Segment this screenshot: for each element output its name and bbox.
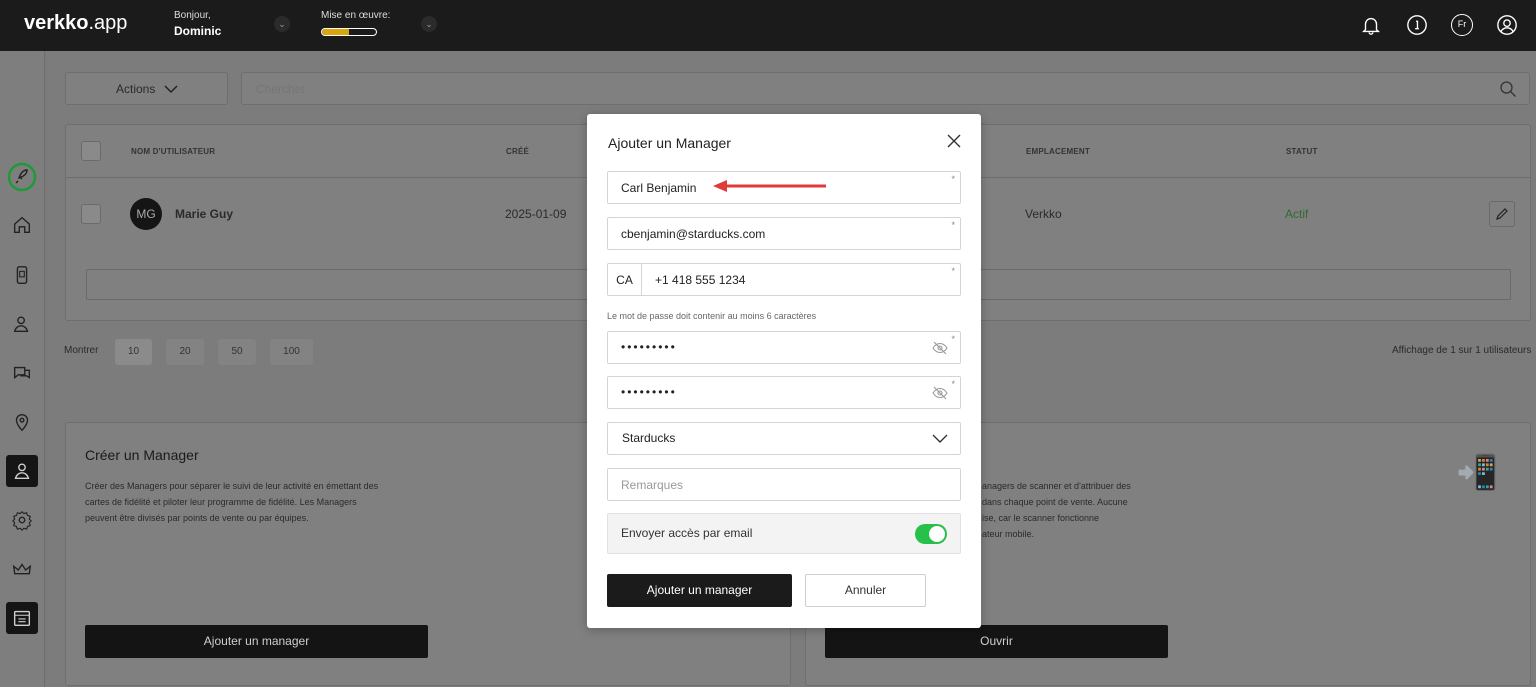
- card-text-line: Créer des Managers pour séparer le suivi…: [85, 481, 379, 491]
- user-name: Dominic: [174, 24, 222, 38]
- page-size-100[interactable]: 100: [270, 339, 313, 365]
- search-icon[interactable]: [1499, 80, 1517, 98]
- edit-button[interactable]: [1489, 201, 1515, 227]
- page-size-10[interactable]: 10: [115, 339, 152, 365]
- results-summary: Affichage de 1 sur 1 utilisateurs: [1392, 345, 1532, 356]
- page-size-50[interactable]: 50: [218, 339, 256, 365]
- launch-progress-bar: [321, 28, 377, 36]
- search-input[interactable]: [256, 73, 1156, 104]
- row-checkbox[interactable]: [81, 204, 101, 224]
- messages-icon[interactable]: [11, 362, 33, 384]
- confirm-password-input[interactable]: •••••••••: [621, 377, 677, 408]
- toggle-knob: [929, 526, 945, 542]
- remarks-field[interactable]: [607, 468, 961, 501]
- card-text-line: peuvent être divisés par points de vente…: [85, 513, 309, 523]
- send-access-toggle[interactable]: [915, 524, 947, 544]
- confirm-password-field[interactable]: ••••••••• *: [607, 376, 961, 409]
- hide-password-eye-icon[interactable]: [932, 386, 948, 400]
- calendar-nav-item[interactable]: [6, 602, 38, 634]
- password-hint: Le mot de passe doit contenir au moins 6…: [607, 311, 817, 321]
- phone-input[interactable]: [655, 264, 905, 295]
- launch-status: Mise en œuvre:: [321, 10, 390, 21]
- rocket-progress-icon[interactable]: [6, 161, 38, 193]
- card-title: Créer un Manager: [85, 447, 199, 463]
- add-manager-button[interactable]: Ajouter un manager: [607, 574, 792, 607]
- row-username: Marie Guy: [175, 207, 234, 221]
- managers-nav-item[interactable]: [6, 455, 38, 487]
- location-value: Starducks: [622, 431, 676, 445]
- customers-icon[interactable]: [11, 313, 33, 335]
- search-bar[interactable]: [241, 72, 1530, 105]
- hide-password-eye-icon[interactable]: [932, 341, 948, 355]
- user-icon: [14, 463, 30, 480]
- row-created: 2025-01-09: [505, 207, 567, 221]
- page-size-20[interactable]: 20: [166, 339, 204, 365]
- top-bar: verkko.app Bonjour, Dominic ⌄ Mise en œu…: [0, 0, 1536, 51]
- crown-icon[interactable]: [11, 559, 33, 581]
- remarks-input[interactable]: [621, 469, 921, 500]
- avatar: MG: [130, 198, 162, 230]
- select-all-checkbox[interactable]: [81, 141, 101, 161]
- row-status: Actif: [1285, 207, 1309, 221]
- show-label: Montrer: [64, 345, 99, 356]
- header-location[interactable]: EMPLACEMENT: [1026, 147, 1090, 156]
- bell-icon[interactable]: [1360, 14, 1382, 36]
- add-manager-card-button[interactable]: Ajouter un manager: [85, 625, 428, 658]
- open-scanner-button[interactable]: Ouvrir: [825, 625, 1168, 658]
- send-access-label: Envoyer accès par email: [621, 526, 753, 540]
- modal-title: Ajouter un Manager: [608, 135, 731, 151]
- country-code-selector[interactable]: CA: [608, 264, 642, 295]
- greeting-label: Bonjour,: [174, 10, 211, 21]
- app-logo[interactable]: verkko.app: [24, 12, 127, 35]
- card-text-line: anagers de scanner et d'attribuer des: [982, 481, 1131, 491]
- required-mark: *: [951, 334, 955, 344]
- account-icon[interactable]: [1496, 14, 1518, 36]
- password-field[interactable]: ••••••••• *: [607, 331, 961, 364]
- header-status[interactable]: STATUT: [1286, 147, 1318, 156]
- chevron-down-icon: [932, 434, 948, 443]
- required-mark: *: [951, 266, 955, 276]
- launch-menu-chevron-icon[interactable]: ⌄: [421, 16, 437, 32]
- location-select[interactable]: Starducks: [607, 422, 961, 455]
- home-icon[interactable]: [11, 214, 33, 236]
- card-text-line: ise, car le scanner fonctionne: [982, 513, 1100, 523]
- actions-label: Actions: [116, 82, 156, 96]
- card-text-line: ateur mobile.: [982, 529, 1035, 539]
- password-input[interactable]: •••••••••: [621, 332, 677, 363]
- cancel-button[interactable]: Annuler: [805, 574, 926, 607]
- required-mark: *: [951, 174, 955, 184]
- language-switch[interactable]: Fr: [1451, 14, 1473, 36]
- required-mark: *: [951, 379, 955, 389]
- close-icon[interactable]: [945, 132, 963, 150]
- phone-field[interactable]: CA *: [607, 263, 961, 296]
- pencil-icon: [1496, 208, 1508, 220]
- settings-gear-icon[interactable]: [11, 509, 33, 531]
- sidebar: [0, 51, 45, 687]
- user-menu-chevron-icon[interactable]: ⌄: [274, 16, 290, 32]
- required-mark: *: [951, 220, 955, 230]
- user-greeting[interactable]: Bonjour, Dominic: [174, 10, 221, 38]
- calendar-icon: [13, 610, 31, 627]
- info-icon[interactable]: [1406, 14, 1428, 36]
- header-created[interactable]: CRÉÉ: [506, 147, 529, 156]
- chevron-down-icon: [164, 85, 178, 94]
- annotation-arrow-icon: [713, 180, 826, 192]
- row-location: Verkko: [1025, 207, 1062, 221]
- send-access-row: Envoyer accès par email: [607, 513, 961, 554]
- phone-scan-icon: 📲: [1456, 454, 1499, 492]
- device-icon[interactable]: [11, 264, 33, 286]
- email-field[interactable]: *: [607, 217, 961, 250]
- card-text-line: dans chaque point de vente. Aucune: [982, 497, 1128, 507]
- actions-dropdown[interactable]: Actions: [65, 72, 228, 105]
- header-username[interactable]: NOM D'UTILISATEUR: [131, 147, 215, 156]
- card-text-line: cartes de fidélité et piloter leur progr…: [85, 497, 357, 507]
- launch-label: Mise en œuvre:: [321, 10, 391, 21]
- location-pin-icon[interactable]: [11, 411, 33, 433]
- email-input[interactable]: [621, 218, 921, 249]
